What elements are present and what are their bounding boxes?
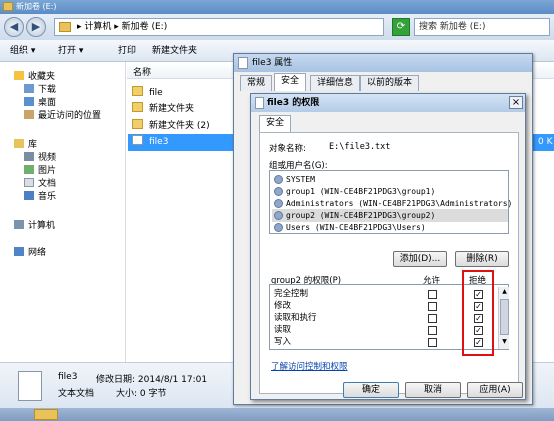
- folder-icon: [132, 102, 143, 112]
- close-button[interactable]: ×: [509, 96, 523, 109]
- forward-arrow-icon: ▶: [31, 20, 41, 33]
- picture-icon: [24, 165, 34, 174]
- object-name-label: 对象名称:: [269, 144, 306, 154]
- refresh-button[interactable]: ⟳: [392, 18, 410, 36]
- sidebar-item-favorites[interactable]: 收藏夹: [14, 71, 55, 84]
- back-button[interactable]: ◀: [4, 17, 24, 37]
- properties-title: file3 属性: [252, 58, 293, 68]
- network-icon: [14, 247, 24, 256]
- permissions-dialog: file3 的权限 × 安全 对象名称: E:\file3.txt 组或用户名(…: [250, 93, 526, 400]
- file-row[interactable]: 新建文件夹: [132, 101, 194, 118]
- sidebar-item-network[interactable]: 网络: [14, 247, 46, 260]
- forward-button[interactable]: ▶: [26, 17, 46, 37]
- library-icon: [14, 139, 24, 148]
- file-size: 0 K: [538, 137, 553, 147]
- address-box[interactable]: ▸ 计算机 ▸ 新加卷 (E:): [54, 18, 384, 36]
- permissions-title-bar[interactable]: file3 的权限: [251, 94, 525, 112]
- explorer-title-bar[interactable]: 新加卷 (E:): [0, 0, 554, 14]
- sidebar-item-recent[interactable]: 最近访问的位置: [24, 110, 101, 123]
- folder-icon: [132, 86, 143, 96]
- sidebar-item-libraries[interactable]: 库: [14, 139, 37, 152]
- sidebar-item-pictures[interactable]: 图片: [24, 165, 56, 178]
- back-arrow-icon: ◀: [9, 20, 19, 33]
- tab-security[interactable]: 安全: [259, 115, 292, 133]
- document-icon: [24, 178, 34, 187]
- sidebar-item-videos[interactable]: 视频: [24, 152, 56, 165]
- tab-details[interactable]: 详细信息: [310, 75, 361, 91]
- explorer-taskbar-icon[interactable]: [34, 409, 58, 420]
- print-button[interactable]: 打印: [118, 44, 136, 58]
- tab-security[interactable]: 安全: [274, 73, 307, 91]
- refresh-icon: ⟳: [396, 21, 406, 32]
- file-row[interactable]: file: [132, 85, 163, 102]
- search-input[interactable]: 搜索 新加卷 (E:): [414, 18, 550, 36]
- user-item[interactable]: Users (WIN-CE4BF21PDG3\Users): [272, 221, 508, 234]
- explorer-title: 新加卷 (E:): [16, 2, 57, 11]
- text-file-icon: [132, 135, 143, 145]
- cancel-button[interactable]: 取消: [405, 382, 461, 398]
- allow-checkbox[interactable]: [428, 314, 437, 323]
- status-modified: 修改日期: 2014/8/1 17:01: [96, 375, 208, 385]
- text-file-icon: [255, 97, 264, 109]
- user-group-icon: [274, 199, 283, 208]
- scroll-down-icon[interactable]: ▼: [500, 338, 509, 347]
- address-path: ▸ 计算机 ▸ 新加卷 (E:): [77, 22, 168, 32]
- file-row[interactable]: 新建文件夹 (2): [132, 118, 210, 135]
- tab-previous-versions[interactable]: 以前的版本: [360, 75, 420, 91]
- status-file-name: file3: [58, 372, 78, 382]
- new-folder-button[interactable]: 新建文件夹: [152, 44, 197, 58]
- navigation-pane: 收藏夹 下载 桌面 最近访问的位置 库 视频 图片 文档 音乐 计算机 网络: [0, 62, 126, 362]
- close-icon: ×: [511, 97, 521, 108]
- tab-general[interactable]: 常规: [240, 75, 273, 91]
- remove-button[interactable]: 删除(R): [455, 251, 509, 267]
- scroll-thumb[interactable]: [500, 299, 509, 335]
- sidebar-item-computer[interactable]: 计算机: [14, 220, 55, 233]
- text-file-icon: [238, 57, 248, 69]
- scroll-up-icon[interactable]: ▲: [500, 288, 509, 297]
- apply-button[interactable]: 应用(A): [467, 382, 523, 398]
- desktop-icon: [24, 97, 34, 106]
- permissions-scrollbar[interactable]: ▲ ▼: [498, 287, 509, 349]
- video-icon: [24, 152, 34, 161]
- address-bar-area: ◀ ▶ ▸ 计算机 ▸ 新加卷 (E:) ⟳ 搜索 新加卷 (E:): [0, 14, 554, 40]
- user-group-icon: [274, 223, 283, 232]
- access-control-help-link[interactable]: 了解访问控制和权限: [271, 360, 348, 372]
- deny-column-highlight: [462, 270, 494, 356]
- add-button[interactable]: 添加(D)...: [393, 251, 447, 267]
- user-icon: [274, 175, 283, 184]
- computer-icon: [14, 220, 24, 229]
- sidebar-item-desktop[interactable]: 桌面: [24, 97, 56, 110]
- permissions-title: file3 的权限: [267, 98, 320, 108]
- properties-title-bar[interactable]: file3 属性: [234, 54, 532, 72]
- music-icon: [24, 191, 34, 200]
- allow-checkbox[interactable]: [428, 338, 437, 347]
- users-listbox[interactable]: SYSTEM group1 (WIN-CE4BF21PDG3\group1) A…: [269, 170, 512, 234]
- column-name-header[interactable]: 名称: [133, 65, 151, 78]
- taskbar: [0, 408, 554, 421]
- allow-checkbox[interactable]: [428, 326, 437, 335]
- drive-icon: [3, 2, 13, 11]
- search-placeholder: 搜索 新加卷 (E:): [419, 22, 486, 32]
- allow-checkbox[interactable]: [428, 302, 437, 311]
- download-folder-icon: [24, 84, 34, 93]
- folder-icon: [59, 22, 71, 32]
- status-type: 文本文档: [58, 389, 95, 399]
- sidebar-item-music[interactable]: 音乐: [24, 191, 56, 204]
- user-group-icon: [274, 187, 283, 196]
- recent-places-icon: [24, 110, 34, 119]
- organize-button[interactable]: 组织 ▾: [10, 44, 35, 58]
- open-button[interactable]: 打开 ▾: [58, 44, 83, 58]
- star-icon: [14, 71, 24, 80]
- sidebar-item-downloads[interactable]: 下载: [24, 84, 56, 97]
- sidebar-item-documents[interactable]: 文档: [24, 178, 56, 191]
- ok-button[interactable]: 确定: [343, 382, 399, 398]
- allow-checkbox[interactable]: [428, 290, 437, 299]
- user-group-icon: [274, 211, 283, 220]
- text-file-large-icon: [18, 371, 42, 401]
- status-size: 大小: 0 字节: [116, 389, 167, 399]
- folder-icon: [132, 119, 143, 129]
- object-name-value: E:\file3.txt: [329, 142, 391, 152]
